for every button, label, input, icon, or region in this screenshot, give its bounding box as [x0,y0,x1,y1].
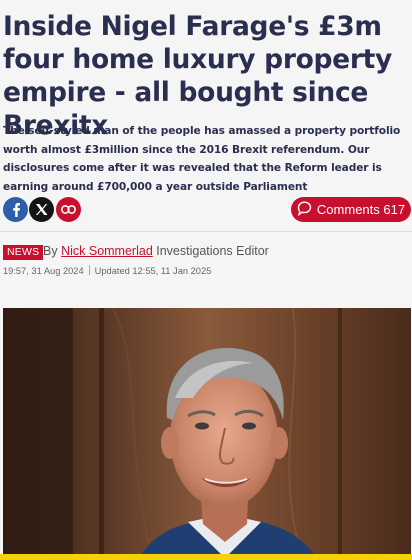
article-page: Inside Nigel Farage's £3m four home luxu… [0,0,412,560]
link-icon [61,205,76,214]
copy-link-button[interactable] [56,197,81,222]
timestamp-separator [88,265,90,275]
facebook-icon [10,202,22,217]
section-badge[interactable]: NEWS [3,245,44,260]
article-standfirst: The self-styled man of the people has am… [3,125,401,193]
share-x-button[interactable] [29,197,54,222]
byline-by: By [43,244,58,258]
bottom-highlight-bar [0,554,412,560]
published-time: 19:57, 31 Aug 2024 [3,266,84,276]
author-role: Investigations Editor [156,244,269,258]
divider [0,231,412,232]
comments-label: Comments 617 [316,202,406,217]
byline: By Nick Sommerlad Investigations Editor [43,244,269,258]
comments-button[interactable]: Comments 617 [291,197,411,222]
x-icon [35,203,48,216]
author-link[interactable]: Nick Sommerlad [61,244,153,258]
timestamps: 19:57, 31 Aug 2024 Updated 12:55, 11 Jan … [3,265,211,276]
portrait-illustration [3,308,411,560]
article-hero-photo[interactable] [3,308,411,560]
speech-bubble-icon [297,200,312,219]
share-facebook-button[interactable] [3,197,28,222]
updated-time: Updated 12:55, 11 Jan 2025 [94,266,212,276]
